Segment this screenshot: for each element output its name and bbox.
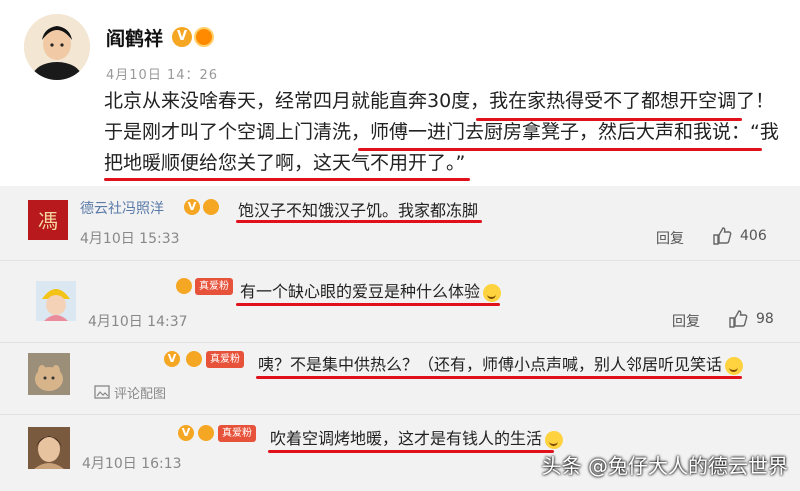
list-item: 馮 德云社冯照洋 V 饱汉子不知饿汉子饥。我家都冻脚 4月10日 15:33 回… [0, 186, 800, 261]
fan-badge: 真爱粉 [195, 278, 233, 295]
comment-text: 咦？不是集中供热么？（还有，师傅小点声喊，别人邻居听见笑话 [258, 351, 744, 375]
watermark: 头条 @兔仔大人的德云世界 [541, 454, 788, 478]
comment-time: 4月10日 14:37 [88, 314, 188, 330]
verified-v-icon: V [164, 351, 180, 367]
list-item: 真爱粉 有一个缺心眼的爱豆是种什么体验 4月10日 14:37 回复 98 [0, 261, 800, 343]
verified-v-icon: V [178, 425, 194, 441]
like-count: 98 [756, 311, 774, 327]
highlight-underline [236, 303, 500, 306]
fan-badge: 真爱粉 [206, 351, 244, 368]
author-name[interactable]: 阎鹤祥 [106, 24, 163, 51]
highlight-underline [268, 450, 554, 453]
emoji-icon [483, 283, 502, 302]
list-item: V 真爱粉 咦？不是集中供热么？（还有，师傅小点声喊，别人邻居听见笑话 评论配图 [0, 343, 800, 415]
vip-icon [203, 199, 219, 215]
comment-time: 4月10日 16:13 [82, 456, 182, 472]
reply-button[interactable]: 回复 [656, 228, 684, 248]
highlight-underline [476, 118, 742, 121]
vip-icon [194, 27, 214, 47]
comment-text-content: 吹着空调烤地暖，这才是有钱人的生活 [270, 429, 543, 448]
commenter-avatar[interactable]: 馮 [28, 200, 68, 240]
emoji-icon [725, 356, 744, 375]
verified-v-icon: V [172, 27, 192, 47]
highlight-underline [236, 220, 482, 223]
author-avatar[interactable] [24, 14, 90, 80]
thumb-up-icon[interactable] [728, 309, 748, 329]
highlight-underline [358, 148, 762, 151]
vip-icon [176, 278, 192, 294]
post-line: 于是刚才叫了个空调上门清洗，师傅一进门去厨房拿凳子，然后大声和我说：“我 [104, 121, 779, 143]
comment-text: 吹着空调烤地暖，这才是有钱人的生活 [270, 425, 564, 449]
like-count: 406 [740, 228, 767, 244]
thumb-up-icon[interactable] [712, 226, 732, 246]
post-body: 北京从来没啥春天，经常四月就能直奔30度，我在家热得受不了都想开空调了！ 于是刚… [104, 86, 794, 179]
verified-v-icon: V [184, 199, 200, 215]
vip-icon [186, 351, 202, 367]
comment-time: 4月10日 15:33 [80, 231, 180, 247]
post-line: 北京从来没啥春天，经常四月就能直奔30度，我在家热得受不了都想开空调了！ [104, 90, 775, 112]
commenter-avatar[interactable] [28, 353, 70, 395]
post-line: 把地暖顺便给您关了啊，这天气不用开了。” [104, 152, 466, 174]
fan-badge: 真爱粉 [218, 425, 256, 442]
commenter-avatar[interactable] [28, 427, 70, 469]
post-time[interactable]: 4月10日 14：26 [106, 64, 218, 83]
vip-icon [198, 425, 214, 441]
comment-text: 有一个缺心眼的爱豆是种什么体验 [240, 278, 502, 302]
commenter-name[interactable]: 德云社冯照洋 [80, 198, 164, 218]
emoji-icon [545, 430, 564, 449]
comment-text: 饱汉子不知饿汉子饥。我家都冻脚 [238, 201, 479, 220]
svg-text:馮: 馮 [38, 209, 58, 233]
highlight-underline [256, 376, 742, 379]
reply-button[interactable]: 回复 [672, 311, 700, 331]
comment-text-content: 咦？不是集中供热么？（还有，师傅小点声喊，别人邻居听见笑话 [258, 355, 723, 374]
commenter-avatar[interactable] [36, 281, 76, 321]
image-icon[interactable] [94, 385, 110, 399]
weibo-post: 阎鹤祥 V 4月10日 14：26 北京从来没啥春天，经常四月就能直奔30度，我… [0, 0, 800, 186]
comment-text-content: 有一个缺心眼的爱豆是种什么体验 [240, 282, 481, 301]
comment-image-link[interactable]: 评论配图 [114, 383, 166, 402]
highlight-underline [104, 178, 470, 181]
